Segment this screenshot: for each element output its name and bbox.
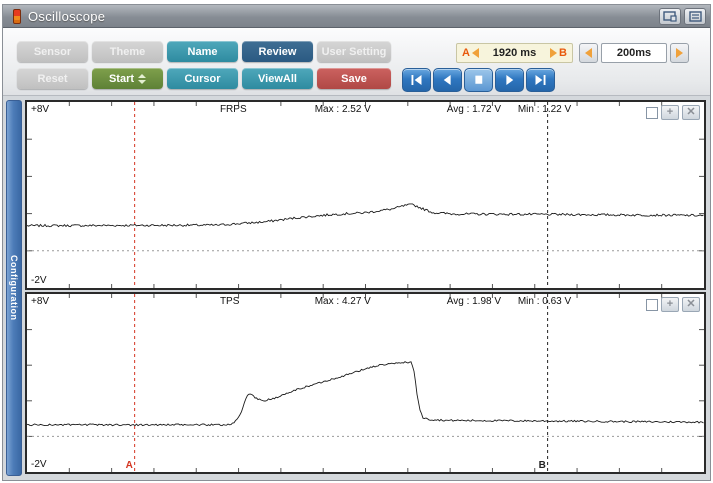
frps-select-checkbox[interactable] [646, 106, 658, 119]
tps-min-stat: Min : 0.63 V [517, 296, 572, 307]
close-x-icon: ✕ [686, 106, 696, 118]
frps-avg-stat: Avg : 1.72 V [446, 104, 502, 115]
cursor-button[interactable]: Cursor [167, 68, 238, 89]
list-lines-button[interactable] [684, 7, 706, 25]
configuration-label: Configuration [9, 255, 19, 321]
left-arrow-icon [585, 48, 592, 58]
step-back-icon [443, 75, 451, 85]
play-button[interactable] [495, 68, 524, 92]
frps-max-stat: Max : 2.52 V [314, 104, 371, 115]
configuration-sidebar-tab[interactable]: Configuration [6, 100, 22, 476]
tps-select-checkbox[interactable] [646, 298, 658, 311]
list-lines-icon [688, 10, 702, 22]
tps-avg-stat: Avg : 1.98 V [446, 296, 502, 307]
frps-y-min-label: -2V [31, 275, 47, 286]
step-back-button[interactable] [433, 68, 462, 92]
tps-y-max-label: +8V [31, 296, 50, 307]
theme-button[interactable]: Theme [92, 41, 163, 62]
name-button[interactable]: Name [167, 41, 238, 62]
toolbar: Sensor Theme Name Review User Setting Re… [3, 28, 710, 96]
user-setting-button[interactable]: User Setting [317, 41, 391, 62]
tps-channel-name: TPS [219, 296, 240, 307]
playback-controls [402, 68, 555, 92]
frps-zoom-plus-button[interactable]: + [661, 105, 679, 120]
right-arrow-icon [676, 48, 683, 58]
scope-panel-tps: +8V -2V TPS Max : 4.27 V Avg : 1.98 V Mi… [25, 292, 706, 474]
plus-icon: + [666, 298, 674, 310]
interval-increase-button[interactable] [670, 43, 689, 63]
interval-selector: 200ms [579, 43, 689, 63]
skip-to-start-button[interactable] [402, 68, 431, 92]
meter-icon [13, 8, 21, 24]
reset-button[interactable]: Reset [17, 68, 88, 89]
range-value: 1920 ms [492, 47, 537, 59]
frps-channel-name: FRPS [219, 104, 247, 115]
cursor-range-display: A 1920 ms B [456, 43, 573, 63]
sensor-button[interactable]: Sensor [17, 41, 88, 62]
range-left-arrow-icon [471, 48, 479, 58]
plus-icon: + [666, 106, 674, 118]
oscilloscope-window: Oscilloscope Sensor Theme Name Review Us… [2, 4, 711, 481]
cursor-b-label: B [559, 47, 567, 59]
window-layout-button[interactable] [659, 7, 681, 25]
scope-panel-frps: +8V -2V FRPS Max : 2.52 V Avg : 1.72 V M… [25, 100, 706, 290]
tps-waveform-chart [27, 294, 704, 472]
frps-waveform-chart [27, 102, 704, 288]
frps-min-stat: Min : 1.22 V [517, 104, 572, 115]
frps-y-max-label: +8V [31, 104, 50, 115]
window-layout-icon [663, 10, 677, 22]
tps-y-min-label: -2V [31, 459, 47, 470]
interval-value: 200ms [601, 43, 667, 63]
interval-decrease-button[interactable] [579, 43, 598, 63]
start-spinner-icon [138, 73, 147, 84]
start-button[interactable]: Start [92, 68, 163, 89]
review-button[interactable]: Review [242, 41, 313, 62]
skip-to-end-button[interactable] [526, 68, 555, 92]
skip-to-end-icon [535, 75, 546, 85]
window-title: Oscilloscope [28, 8, 106, 24]
main-area: Configuration +8V -2V FRPS Max : 2.52 V … [3, 97, 710, 480]
tps-close-button[interactable]: ✕ [682, 297, 700, 312]
play-icon [506, 75, 514, 85]
tps-zoom-plus-button[interactable]: + [661, 297, 679, 312]
range-right-arrow-icon [550, 48, 558, 58]
close-x-icon: ✕ [686, 298, 696, 310]
cursor-a-marker[interactable]: A [126, 460, 133, 471]
cursor-b-marker[interactable]: B [539, 460, 546, 471]
tps-max-stat: Max : 4.27 V [314, 296, 371, 307]
skip-to-start-icon [411, 75, 422, 85]
stop-button[interactable] [464, 68, 493, 92]
cursor-a-label: A [462, 47, 470, 59]
viewall-button[interactable]: ViewAll [242, 68, 313, 89]
frps-close-button[interactable]: ✕ [682, 105, 700, 120]
title-bar: Oscilloscope [3, 5, 710, 28]
save-button[interactable]: Save [317, 68, 391, 89]
stop-icon [475, 75, 483, 84]
